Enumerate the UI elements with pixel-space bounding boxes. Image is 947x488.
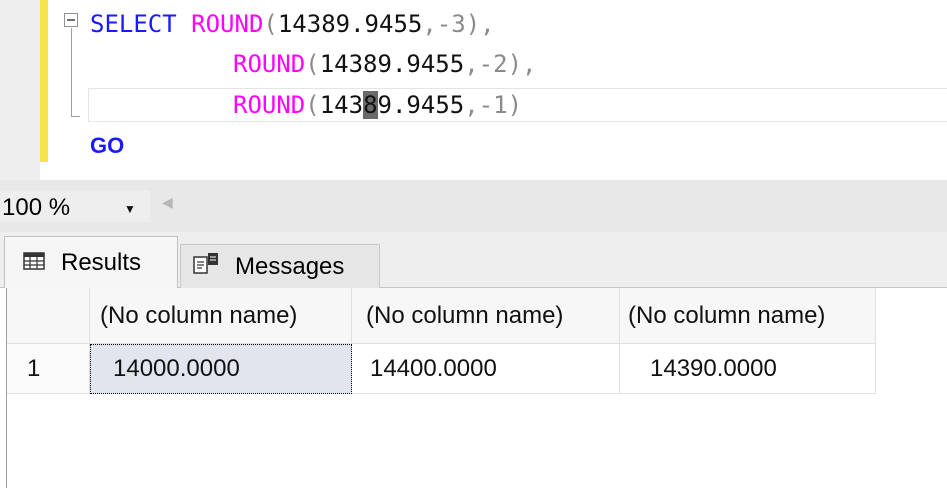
grid-header-row: (No column name) (No column name) (No co… bbox=[7, 288, 876, 344]
collapse-box-icon[interactable] bbox=[64, 13, 78, 27]
function-round: ROUND bbox=[233, 91, 306, 119]
precision-arg: -1 bbox=[478, 91, 508, 119]
paren-close: ) bbox=[507, 50, 523, 78]
scroll-left-arrow-icon[interactable]: ◀ bbox=[162, 194, 173, 211]
paren-close: ) bbox=[507, 91, 523, 119]
grid-table-icon bbox=[23, 249, 45, 277]
numeric-arg: 143 bbox=[319, 91, 364, 119]
paren-open: ( bbox=[263, 10, 278, 38]
function-round: ROUND bbox=[191, 10, 264, 38]
editor-gutter bbox=[0, 0, 40, 180]
code-line-4[interactable]: GO bbox=[90, 129, 124, 162]
results-grid[interactable]: (No column name) (No column name) (No co… bbox=[0, 288, 947, 488]
column-header[interactable]: (No column name) bbox=[90, 288, 352, 344]
numeric-arg: 14389.9455 bbox=[319, 50, 465, 78]
table-cell[interactable]: 14390.0000 bbox=[620, 344, 876, 394]
fold-guide-end bbox=[71, 116, 80, 117]
dropdown-arrow-icon[interactable]: ▼ bbox=[124, 202, 136, 216]
tab-messages[interactable]: Messages bbox=[180, 244, 380, 288]
paren-close: ) bbox=[465, 10, 481, 38]
zoom-level: 100 % bbox=[2, 194, 71, 221]
comma: , bbox=[480, 10, 495, 38]
row-number[interactable]: 1 bbox=[7, 344, 90, 394]
comma: , bbox=[464, 50, 479, 78]
column-header[interactable]: (No column name) bbox=[620, 288, 876, 344]
table-cell-selected[interactable]: 14000.0000 bbox=[90, 344, 352, 394]
fold-guide-line bbox=[71, 28, 72, 116]
function-round: ROUND bbox=[233, 50, 306, 78]
row-number-header[interactable] bbox=[7, 288, 90, 344]
code-line-1[interactable]: SELECT ROUND(14389.9455,-3), bbox=[90, 8, 495, 40]
precision-arg: -2 bbox=[478, 50, 508, 78]
change-tracking-bar bbox=[40, 0, 48, 162]
comma: , bbox=[422, 10, 437, 38]
tab-results[interactable]: Results bbox=[4, 236, 178, 289]
table-row[interactable]: 1 14000.0000 14400.0000 14390.0000 bbox=[7, 344, 876, 394]
code-line-2[interactable]: ROUND(14389.9455,-2), bbox=[233, 48, 536, 80]
paren-open: ( bbox=[305, 50, 320, 78]
paren-open: ( bbox=[305, 91, 320, 119]
keyword-select: SELECT bbox=[90, 10, 192, 38]
go-keyword: GO bbox=[90, 133, 125, 158]
column-header[interactable]: (No column name) bbox=[352, 288, 620, 344]
code-line-3[interactable]: ROUND(14389.9455,-1) bbox=[233, 89, 522, 121]
comma: , bbox=[464, 91, 479, 119]
numeric-arg: 9.9455 bbox=[377, 91, 465, 119]
text-cursor: 8 bbox=[363, 91, 378, 119]
messages-icon bbox=[193, 252, 219, 281]
zoom-dropdown[interactable]: 100 % ▼ bbox=[0, 190, 150, 222]
table-cell[interactable]: 14400.0000 bbox=[352, 344, 620, 394]
results-tab-strip: Results Messages bbox=[0, 232, 947, 289]
numeric-arg: 14389.9455 bbox=[277, 10, 423, 38]
tab-results-label: Results bbox=[61, 249, 142, 276]
tab-messages-label: Messages bbox=[235, 252, 345, 280]
query-editor[interactable]: SELECT ROUND(14389.9455,-3), ROUND(14389… bbox=[0, 0, 947, 180]
editor-status-strip: 100 % ▼ ◀ bbox=[0, 180, 947, 232]
precision-arg: -3 bbox=[436, 10, 466, 38]
comma: , bbox=[522, 50, 537, 78]
